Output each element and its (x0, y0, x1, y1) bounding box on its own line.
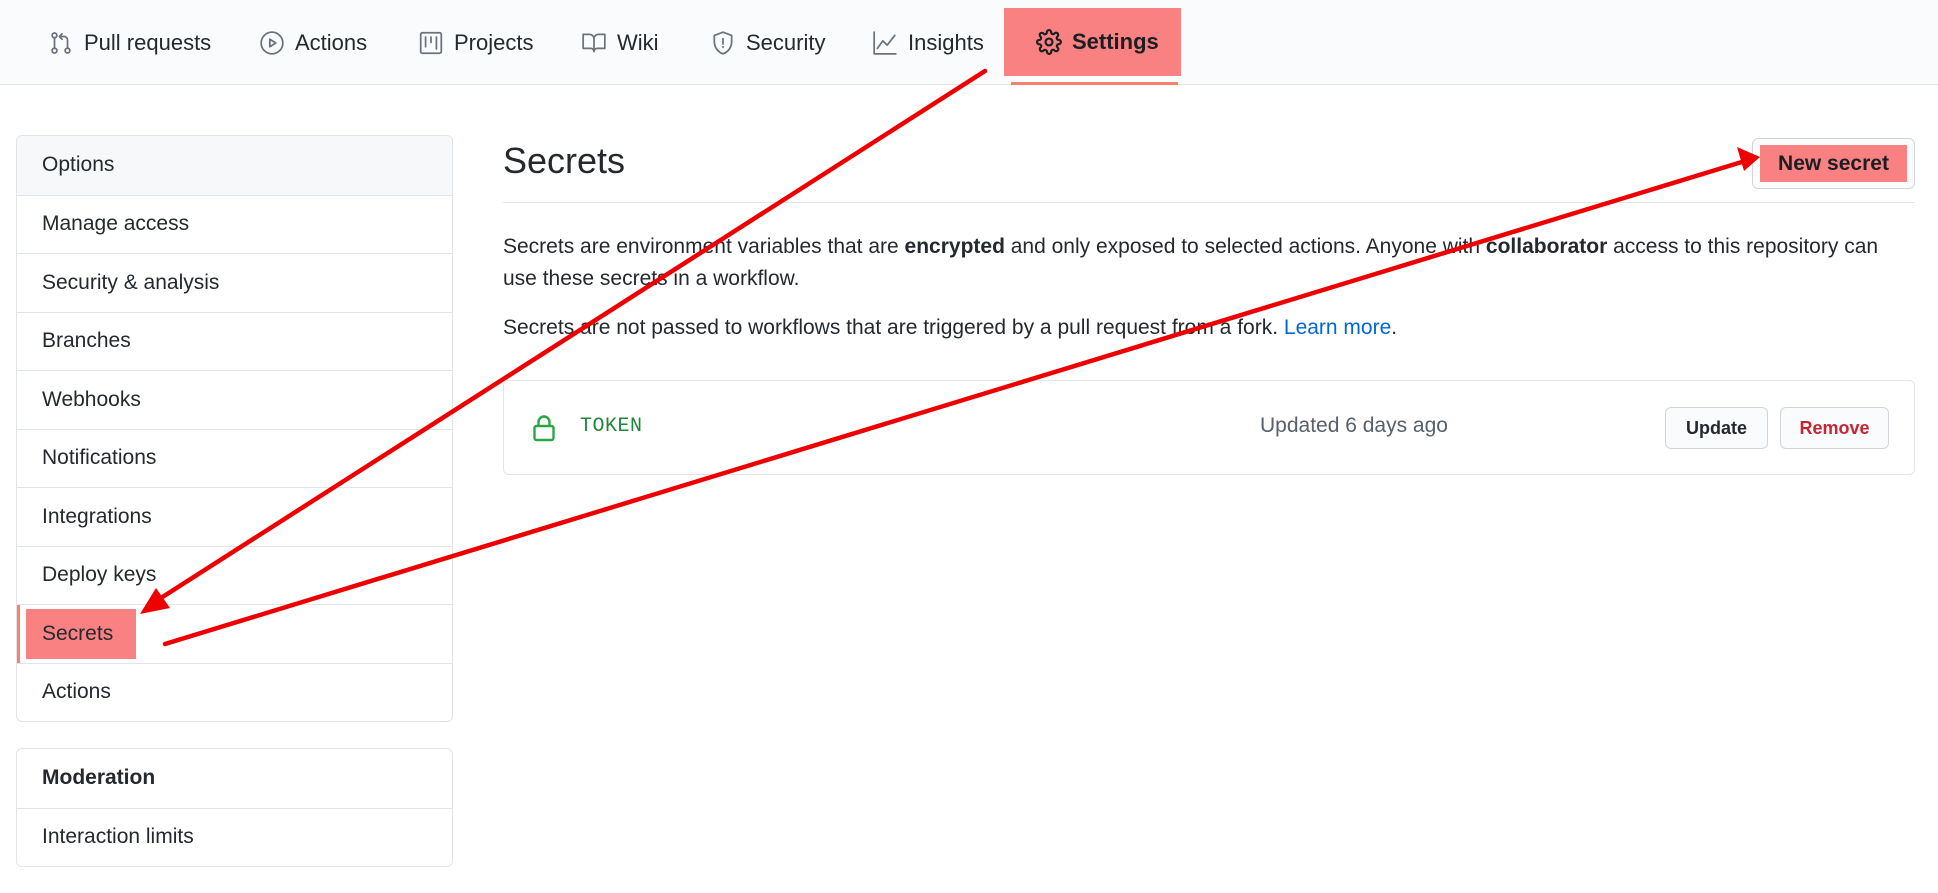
sidebar-item-label: Options (42, 153, 115, 177)
sidebar-item-actions[interactable]: Actions (17, 662, 452, 722)
sidebar-item-interaction-limits[interactable]: Interaction limits (17, 807, 452, 867)
sidebar-item-label: Interaction limits (42, 825, 194, 849)
description-bold: collaborator (1485, 235, 1608, 258)
description-text: and only exposed to selected actions. An… (1004, 235, 1486, 258)
menu-heading-label: Moderation (42, 766, 156, 790)
sidebar-item-webhooks[interactable]: Webhooks (17, 370, 452, 429)
fork-note: Secrets are not passed to workflows that… (503, 312, 1915, 344)
lock-icon (532, 414, 556, 442)
tab-label: Insights (908, 29, 984, 55)
sidebar-item-branches[interactable]: Branches (17, 311, 452, 371)
sidebar-item-label: Webhooks (42, 387, 141, 411)
gear-icon (1036, 29, 1062, 55)
sidebar-item-deploy-keys[interactable]: Deploy keys (17, 545, 452, 605)
sidebar-item-label: Secrets (42, 621, 114, 645)
sidebar-item-integrations[interactable]: Integrations (17, 487, 452, 546)
note-text: Secrets are not passed to workflows that… (503, 316, 1284, 339)
sidebar-item-options[interactable]: Options (17, 136, 452, 195)
sidebar-item-label: Branches (42, 329, 131, 353)
book-icon (582, 32, 606, 53)
tab-label: Projects (454, 29, 534, 55)
tab-pull-requests[interactable]: Pull requests (48, 0, 211, 85)
sidebar-item-secrets[interactable]: Secrets (17, 604, 452, 663)
tab-label: Actions (295, 29, 368, 55)
sidebar-item-label: Actions (42, 680, 111, 704)
title-divider (503, 202, 1915, 203)
secrets-description: Secrets are environment variables that a… (503, 231, 1915, 295)
project-icon (419, 31, 443, 54)
remove-button[interactable]: Remove (1780, 407, 1889, 449)
sidebar-item-manage-access[interactable]: Manage access (17, 194, 452, 254)
tab-label: Settings (1072, 29, 1159, 54)
tab-security[interactable]: Security (710, 0, 825, 85)
shield-icon (713, 30, 733, 55)
sidebar-item-label: Notifications (42, 446, 157, 470)
description-text: Secrets are environment variables that a… (503, 235, 905, 258)
tab-label: Pull requests (84, 29, 212, 55)
sidebar-item-label: Deploy keys (42, 563, 157, 587)
git-pull-request-icon (51, 31, 71, 54)
tab-settings[interactable]: Settings (1004, 8, 1181, 76)
update-button[interactable]: Update (1665, 407, 1768, 449)
page-title: Secrets (503, 140, 626, 181)
moderation-menu: Moderation Interaction limits (16, 748, 453, 867)
tab-label: Security (746, 29, 826, 55)
description-bold: encrypted (904, 235, 1005, 258)
secrets-highlight: Secrets (26, 608, 136, 659)
secret-name: TOKEN (580, 415, 643, 438)
tab-insights[interactable]: Insights (872, 0, 984, 85)
sidebar-item-notifications[interactable]: Notifications (17, 428, 452, 488)
learn-more-link[interactable]: Learn more (1284, 316, 1391, 339)
moderation-heading: Moderation (17, 749, 452, 808)
tab-label: Wiki (617, 29, 659, 55)
graph-icon (873, 30, 897, 55)
settings-menu: Options Manage access Security & analysi… (16, 135, 453, 722)
tab-actions[interactable]: Actions (259, 0, 367, 85)
play-icon (260, 30, 284, 55)
tab-wiki[interactable]: Wiki (581, 0, 659, 85)
tab-projects[interactable]: Projects (418, 0, 533, 85)
sidebar-item-label: Manage access (42, 212, 190, 236)
sidebar-item-label: Security & analysis (42, 270, 220, 294)
secret-row: TOKEN Updated 6 days ago Update Remove (503, 380, 1915, 475)
sidebar-item-label: Integrations (42, 504, 152, 528)
new-secret-button[interactable]: New secret (1760, 145, 1907, 182)
secret-updated-time: Updated 6 days ago (1260, 414, 1448, 437)
sidebar-item-security-analysis[interactable]: Security & analysis (17, 253, 452, 312)
repo-nav: Pull requests Actions Projects Wiki Secu… (0, 0, 1938, 85)
note-end: . (1391, 316, 1398, 339)
selected-indicator (17, 605, 20, 663)
selected-tab-underline (1011, 82, 1178, 85)
